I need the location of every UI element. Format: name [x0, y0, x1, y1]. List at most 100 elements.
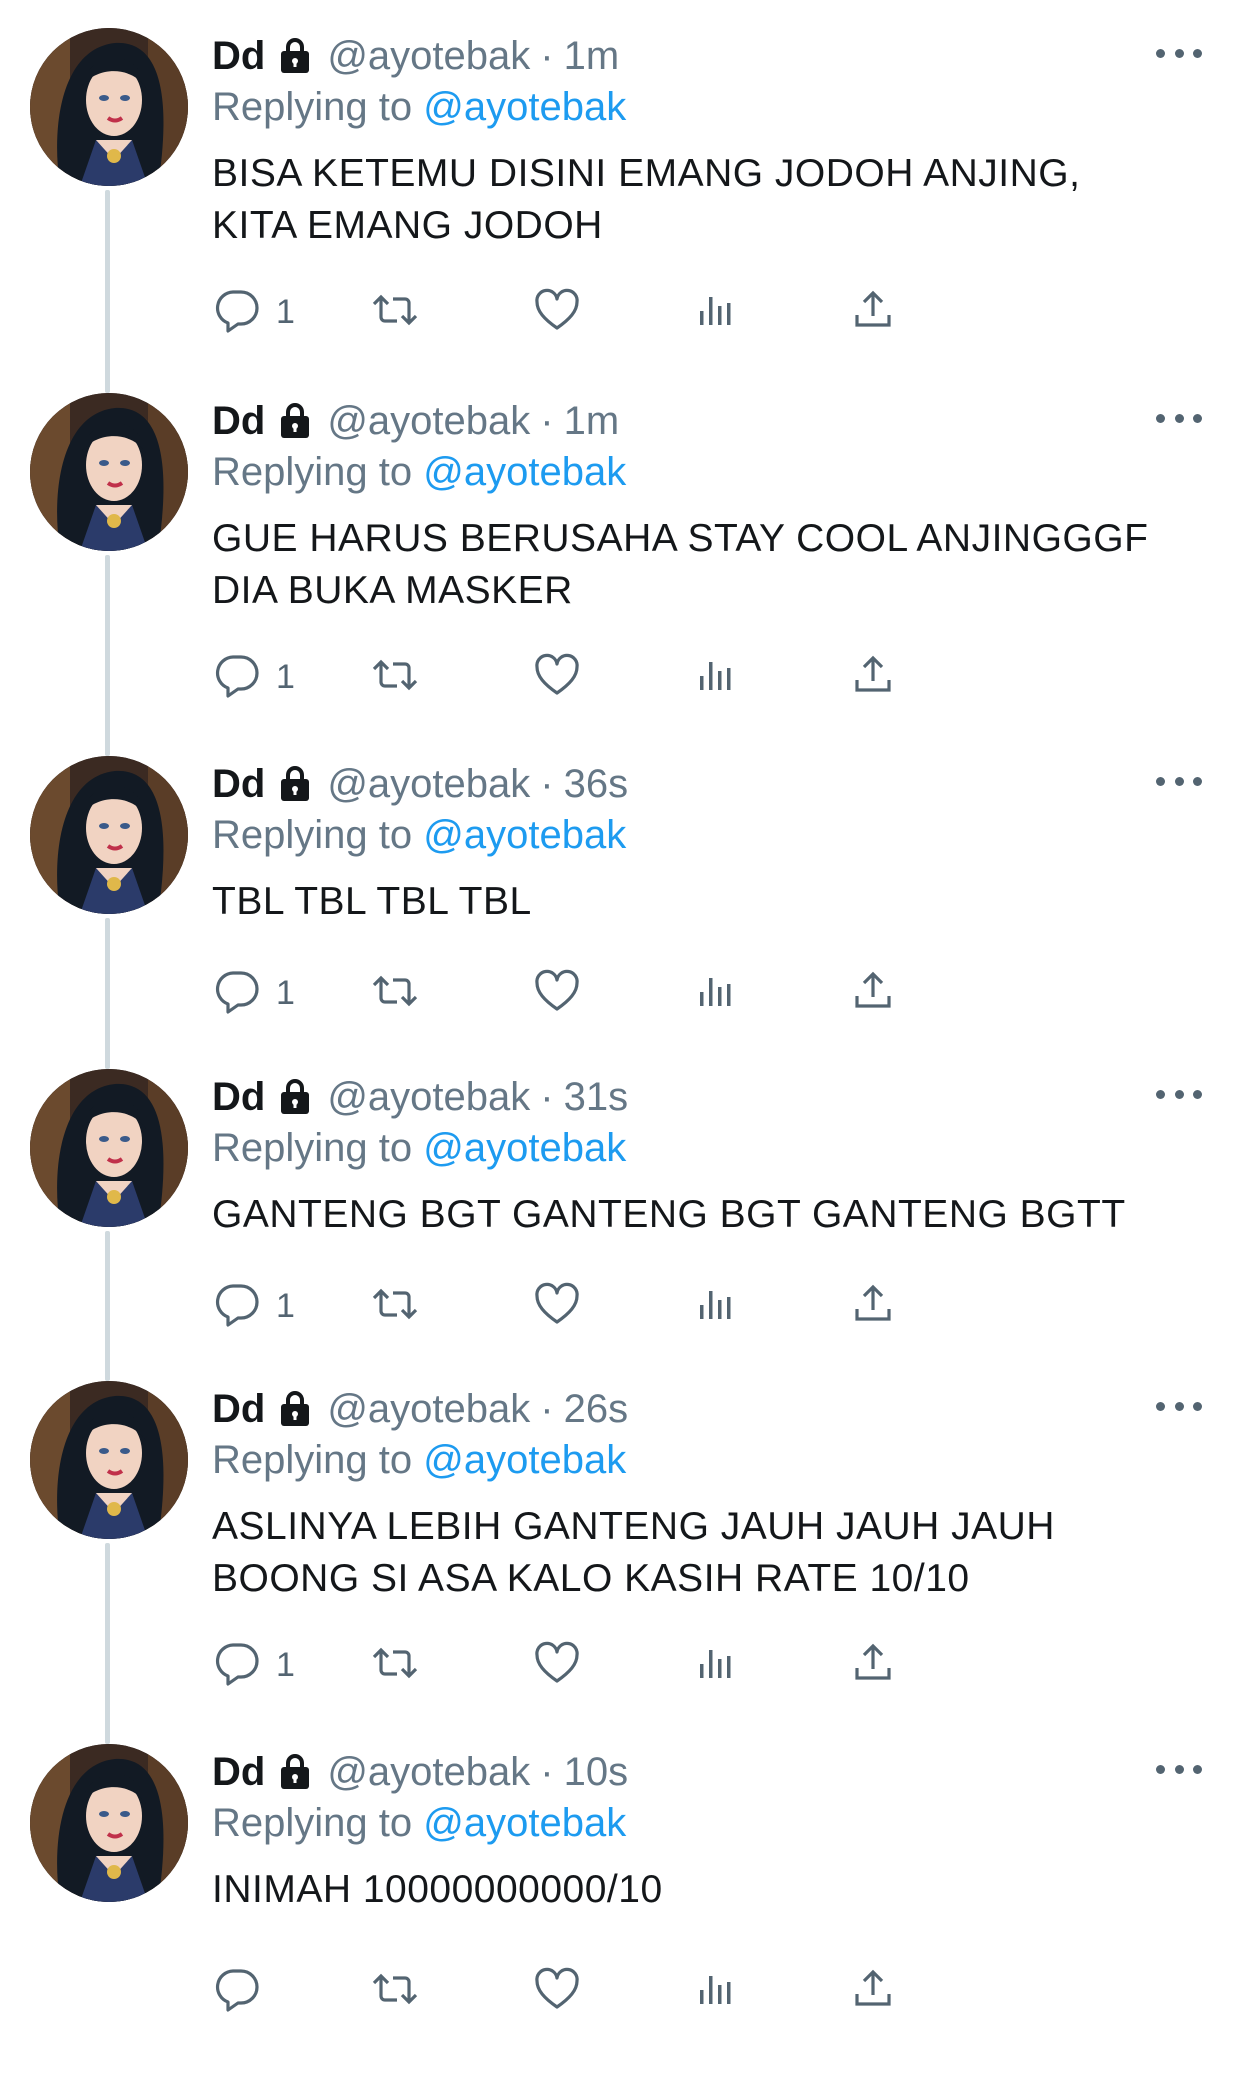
avatar[interactable]: [30, 28, 188, 186]
avatar[interactable]: [30, 1069, 188, 1227]
reply-icon: [212, 1638, 262, 1693]
views-button[interactable]: [690, 1638, 740, 1693]
display-name[interactable]: Dd: [212, 1750, 265, 1795]
avatar[interactable]: [30, 756, 188, 914]
share-button[interactable]: [848, 650, 898, 705]
reply-button[interactable]: 1: [212, 1638, 295, 1693]
like-button[interactable]: [532, 650, 582, 705]
like-button[interactable]: [532, 966, 582, 1021]
display-name[interactable]: Dd: [212, 399, 265, 444]
display-name[interactable]: Dd: [212, 762, 265, 807]
views-button[interactable]: [690, 1964, 740, 2019]
replying-to: Replying to @ayotebak: [212, 810, 1202, 860]
replying-mention[interactable]: @ayotebak: [423, 85, 626, 129]
share-button[interactable]: [848, 1964, 898, 2019]
display-name[interactable]: Dd: [212, 34, 265, 79]
timestamp[interactable]: 1m: [564, 399, 620, 444]
heart-icon: [532, 966, 582, 1021]
more-icon[interactable]: [1156, 1079, 1202, 1109]
tweet[interactable]: Dd @ayotebak · 10s Replying to @ayotebak: [0, 1716, 1241, 2081]
timestamp[interactable]: 26s: [564, 1387, 629, 1432]
tweet-content: Dd @ayotebak · 1m Replying to @ayotebak: [212, 30, 1202, 252]
retweet-button[interactable]: [370, 1638, 420, 1693]
tweet-content: Dd @ayotebak · 26s Replying to @ayotebak: [212, 1383, 1202, 1605]
share-button[interactable]: [848, 1638, 898, 1693]
tweet-actions: 1: [212, 1276, 1112, 1336]
replying-mention[interactable]: @ayotebak: [423, 813, 626, 857]
reply-button[interactable]: 1: [212, 285, 295, 340]
tweet[interactable]: Dd @ayotebak · 36s Replying to @ayotebak: [0, 728, 1241, 1093]
avatar[interactable]: [30, 1381, 188, 1539]
tweet[interactable]: Dd @ayotebak · 1m Replying to @ayotebak: [0, 365, 1241, 756]
more-icon[interactable]: [1156, 766, 1202, 796]
avatar[interactable]: [30, 1744, 188, 1902]
views-button[interactable]: [690, 285, 740, 340]
views-icon: [690, 1279, 740, 1334]
views-button[interactable]: [690, 966, 740, 1021]
retweet-icon: [370, 1964, 420, 2019]
like-button[interactable]: [532, 1964, 582, 2019]
separator-dot: ·: [540, 1749, 554, 1794]
reply-button[interactable]: 1: [212, 966, 295, 1021]
separator-dot: ·: [540, 33, 554, 78]
user-handle[interactable]: @ayotebak: [327, 1075, 530, 1120]
tweet[interactable]: Dd @ayotebak · 26s Replying to @ayotebak: [0, 1353, 1241, 1744]
tweet-header: Dd @ayotebak · 26s: [212, 1383, 1202, 1435]
thread-line: [105, 1543, 110, 1744]
timestamp[interactable]: 10s: [564, 1750, 629, 1795]
like-button[interactable]: [532, 1638, 582, 1693]
more-icon[interactable]: [1156, 1391, 1202, 1421]
retweet-button[interactable]: [370, 1964, 420, 2019]
retweet-icon: [370, 285, 420, 340]
replying-mention[interactable]: @ayotebak: [423, 1126, 626, 1170]
timestamp[interactable]: 36s: [564, 762, 629, 807]
retweet-button[interactable]: [370, 650, 420, 705]
lock-icon: [275, 1752, 315, 1792]
share-button[interactable]: [848, 285, 898, 340]
tweet-text: ASLINYA LEBIH GANTENG JAUH JAUH JAUH BOO…: [212, 1505, 1055, 1600]
reply-button[interactable]: 1: [212, 650, 295, 705]
reply-button[interactable]: 1: [212, 1279, 295, 1334]
heart-icon: [532, 650, 582, 705]
tweet-actions: 1: [212, 647, 1112, 707]
reply-button[interactable]: [212, 1964, 276, 2019]
user-handle[interactable]: @ayotebak: [327, 1387, 530, 1432]
user-handle[interactable]: @ayotebak: [327, 762, 530, 807]
user-handle[interactable]: @ayotebak: [327, 34, 530, 79]
more-icon[interactable]: [1156, 1754, 1202, 1784]
views-icon: [690, 1964, 740, 2019]
timestamp[interactable]: 31s: [564, 1075, 629, 1120]
replying-to: Replying to @ayotebak: [212, 1123, 1202, 1173]
tweet[interactable]: Dd @ayotebak · 31s Replying to @ayotebak: [0, 1041, 1241, 1406]
tweet-text: INIMAH 10000000000/10: [212, 1868, 663, 1911]
share-button[interactable]: [848, 1279, 898, 1334]
user-handle[interactable]: @ayotebak: [327, 399, 530, 444]
like-button[interactable]: [532, 1279, 582, 1334]
replying-mention[interactable]: @ayotebak: [423, 1438, 626, 1482]
like-button[interactable]: [532, 285, 582, 340]
replying-mention[interactable]: @ayotebak: [423, 450, 626, 494]
display-name[interactable]: Dd: [212, 1387, 265, 1432]
replying-mention[interactable]: @ayotebak: [423, 1801, 626, 1845]
share-button[interactable]: [848, 966, 898, 1021]
retweet-button[interactable]: [370, 285, 420, 340]
more-icon[interactable]: [1156, 403, 1202, 433]
more-icon[interactable]: [1156, 38, 1202, 68]
replying-prefix: Replying to: [212, 450, 413, 494]
user-handle[interactable]: @ayotebak: [327, 1750, 530, 1795]
retweet-button[interactable]: [370, 1279, 420, 1334]
timestamp[interactable]: 1m: [564, 34, 620, 79]
views-icon: [690, 1638, 740, 1693]
views-icon: [690, 966, 740, 1021]
separator-dot: ·: [540, 1074, 554, 1119]
tweet[interactable]: Dd @ayotebak · 1m Replying to @ayotebak: [0, 0, 1241, 393]
retweet-icon: [370, 1638, 420, 1693]
lock-icon: [275, 1389, 315, 1429]
tweet-header: Dd @ayotebak · 31s: [212, 1071, 1202, 1123]
replying-prefix: Replying to: [212, 85, 413, 129]
views-button[interactable]: [690, 1279, 740, 1334]
avatar[interactable]: [30, 393, 188, 551]
display-name[interactable]: Dd: [212, 1075, 265, 1120]
views-button[interactable]: [690, 650, 740, 705]
retweet-button[interactable]: [370, 966, 420, 1021]
